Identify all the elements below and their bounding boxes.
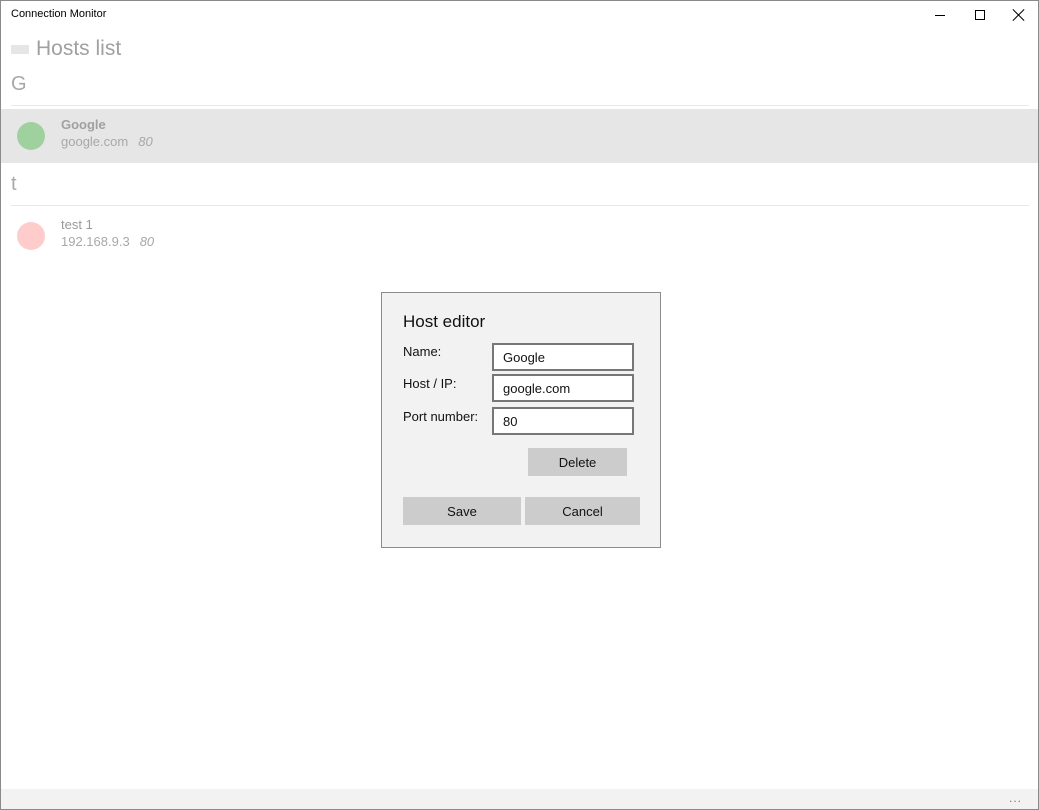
host-editor-dialog: Host editor Name: Host / IP: Port number… [381,292,661,548]
dialog-title: Host editor [403,312,486,331]
close-button[interactable] [999,1,1038,29]
app-window: Connection Monitor Hosts list G Google g… [0,0,1039,810]
host-port: 80 [138,134,153,149]
host-address: 192.168.9.3 [61,234,130,249]
group-header-t: t [11,173,17,195]
host-address: google.com [61,134,129,149]
host-row-test-1[interactable]: test 1 192.168.9.3 80 [1,209,1038,263]
delete-button[interactable]: Delete [528,448,627,476]
host-name: test 1 [61,217,93,232]
title-bar: Connection Monitor [1,1,1038,31]
status-dot-icon [17,222,45,250]
more-icon[interactable]: ... [1009,791,1022,805]
group-header-g: G [11,73,27,95]
status-dot-icon [17,122,45,150]
hamburger-icon[interactable] [11,44,29,54]
host-label: Host / IP: [403,376,457,391]
port-input[interactable] [492,407,634,435]
host-input[interactable] [492,374,634,402]
host-port: 80 [139,234,155,249]
page-header: Hosts list [11,35,121,63]
port-label: Port number: [403,409,479,424]
host-row-google[interactable]: Google google.com 80 [1,109,1038,163]
name-input[interactable] [492,343,634,371]
group-divider [11,205,1029,206]
maximize-icon [975,10,985,20]
close-icon [1012,8,1026,22]
minimize-icon [935,14,945,16]
group-divider [11,105,1029,106]
page-title: Hosts list [36,37,122,60]
host-address-line: google.com 80 [61,134,153,149]
name-label: Name: [403,344,442,359]
host-name: Google [61,117,106,132]
maximize-button[interactable] [960,1,1000,29]
save-button[interactable]: Save [403,497,521,525]
cancel-button[interactable]: Cancel [525,497,640,525]
bottom-app-bar: ... [1,789,1038,809]
window-title: Connection Monitor [11,8,107,20]
minimize-button[interactable] [920,1,960,29]
host-address-line: 192.168.9.3 80 [61,234,154,249]
